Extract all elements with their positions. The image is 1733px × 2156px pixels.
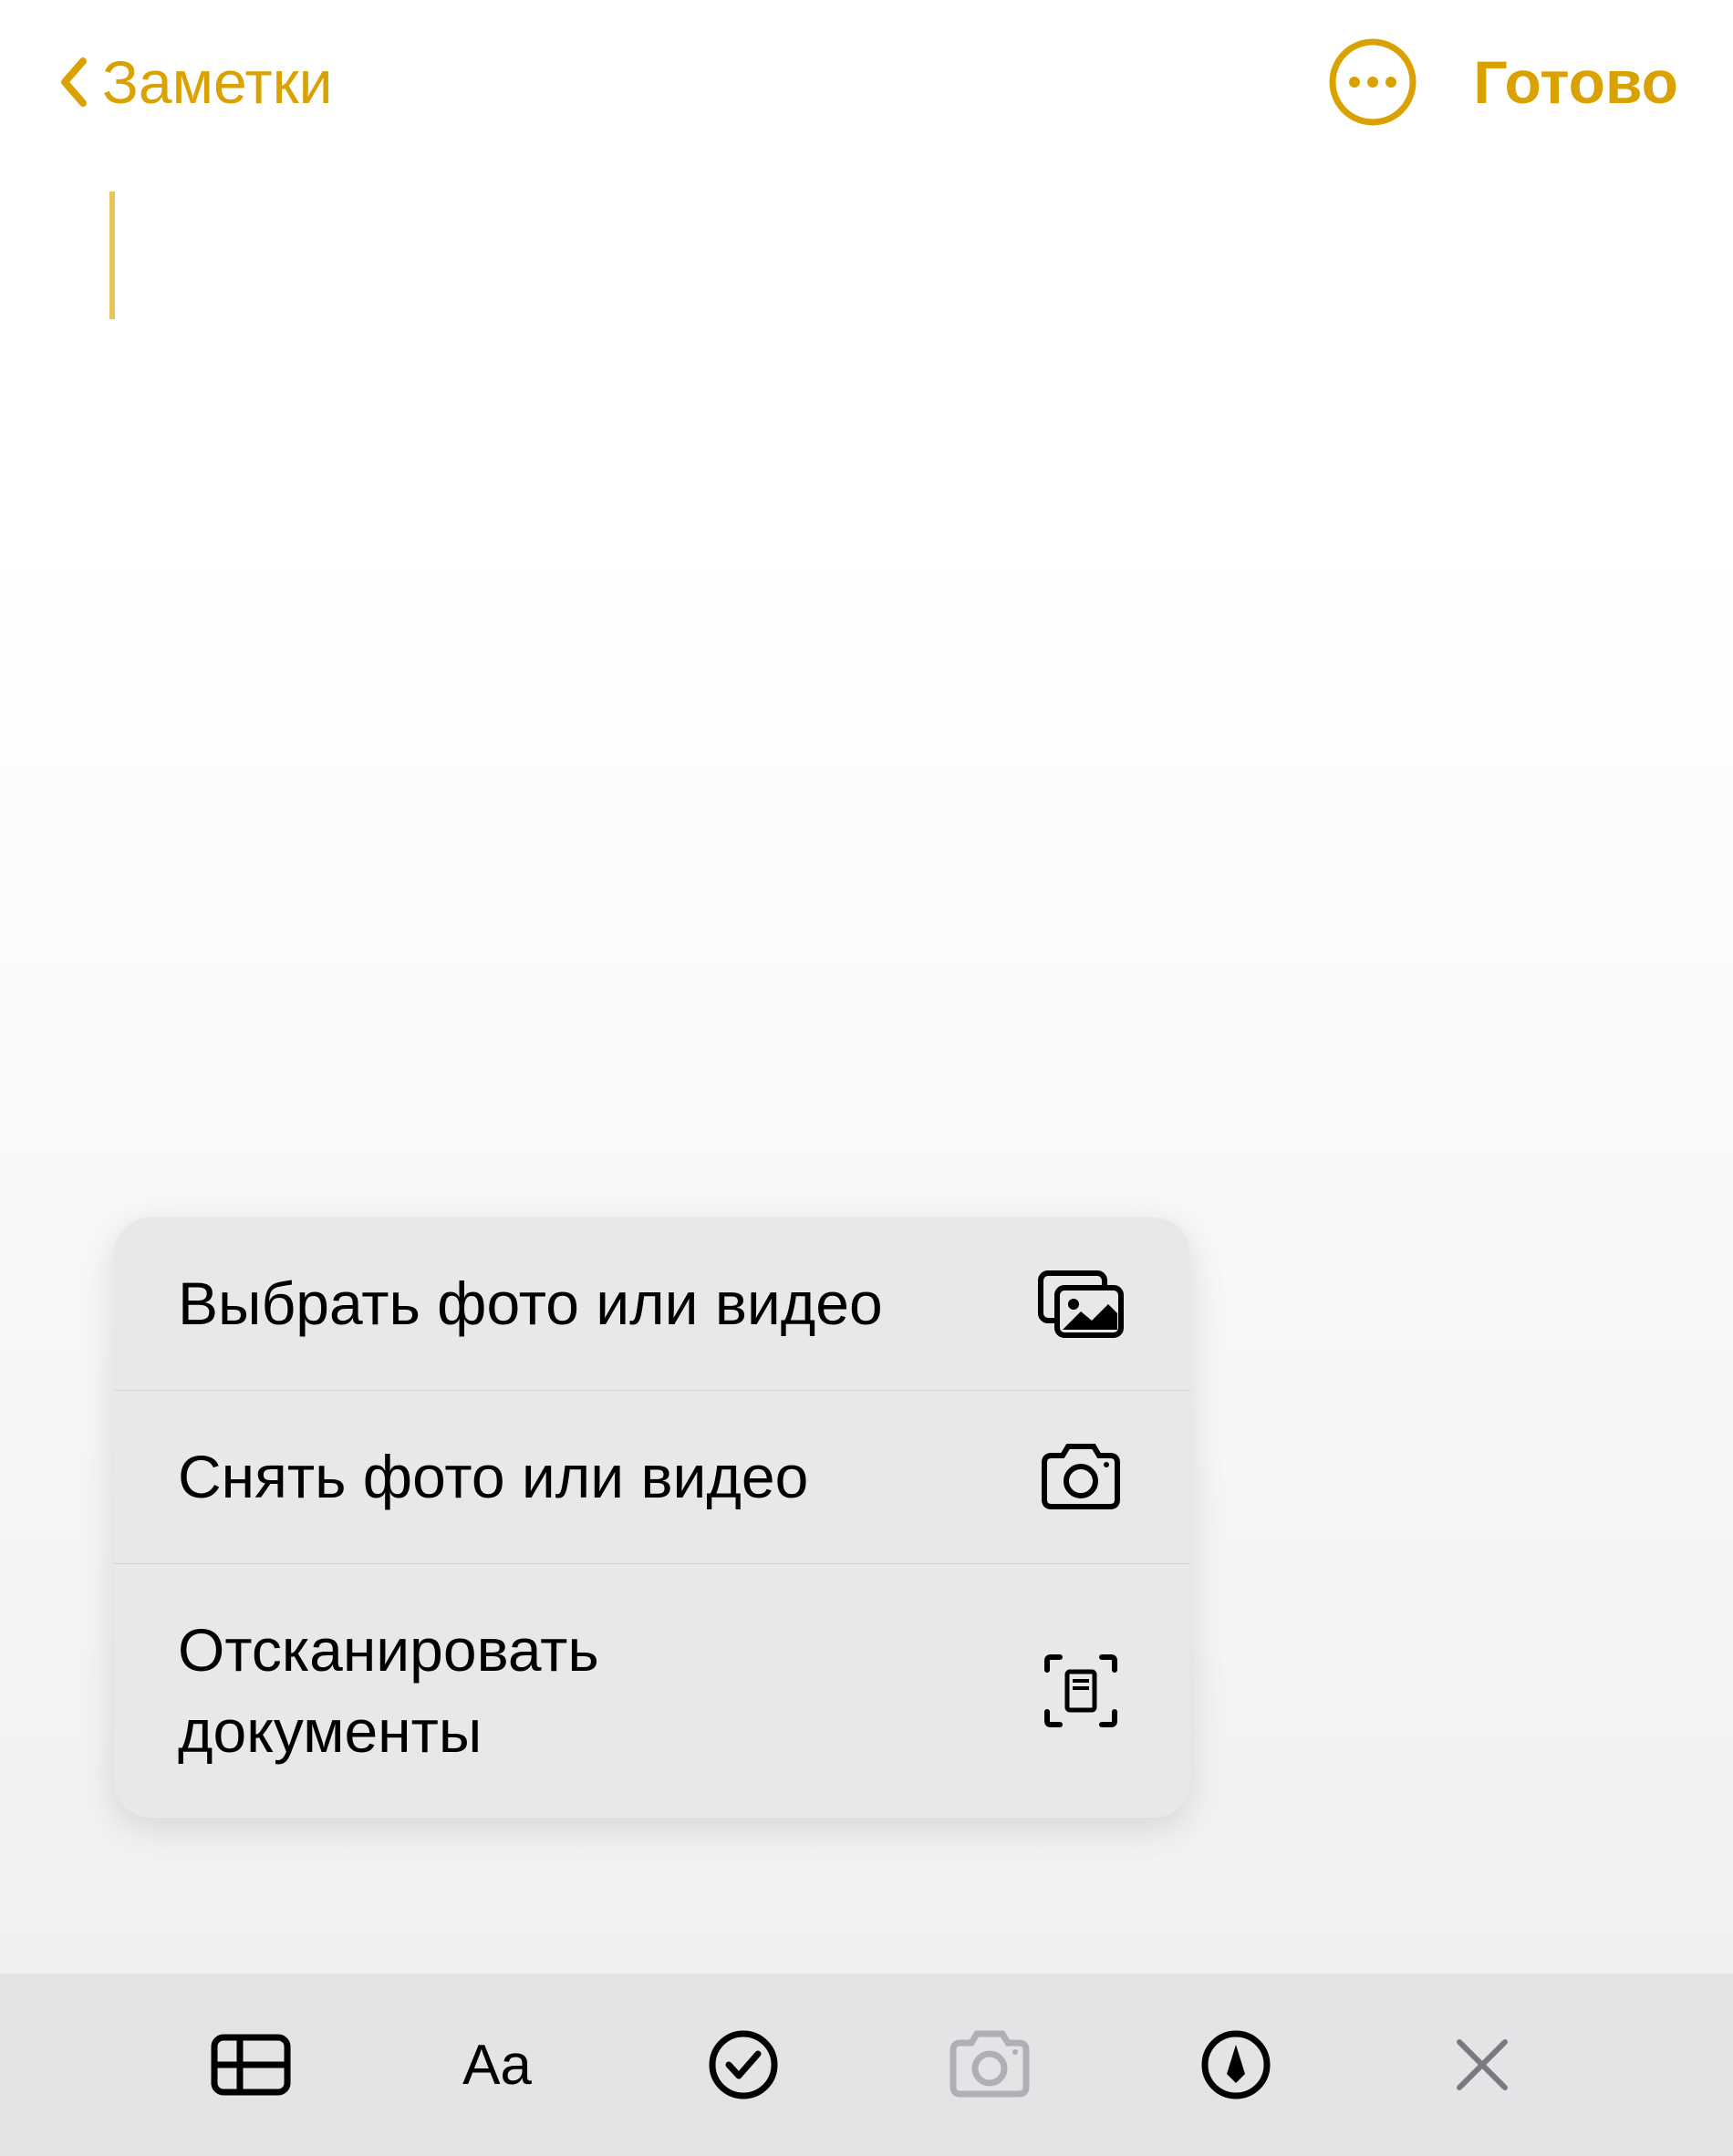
scan-documents-item[interactable]: Отсканировать документы bbox=[114, 1564, 1190, 1818]
camera-popup-menu: Выбрать фото или видео Снять фото или ви… bbox=[114, 1218, 1190, 1818]
back-label: Заметки bbox=[102, 47, 332, 117]
note-editor[interactable] bbox=[0, 164, 1733, 803]
close-button[interactable] bbox=[1432, 2015, 1532, 2115]
header: Заметки Готово bbox=[0, 0, 1733, 164]
markup-pen-icon bbox=[1199, 2028, 1272, 2101]
markup-button[interactable] bbox=[1186, 2015, 1286, 2115]
text-cursor bbox=[109, 192, 115, 319]
close-icon bbox=[1450, 2033, 1514, 2097]
table-button[interactable] bbox=[201, 2015, 301, 2115]
more-button[interactable] bbox=[1327, 36, 1418, 128]
take-photo-video-item[interactable]: Снять фото или видео bbox=[114, 1391, 1190, 1564]
table-icon bbox=[210, 2033, 292, 2097]
gallery-icon bbox=[1035, 1268, 1126, 1341]
back-button[interactable]: Заметки bbox=[55, 47, 332, 117]
choose-photo-video-item[interactable]: Выбрать фото или видео bbox=[114, 1218, 1190, 1391]
camera-icon bbox=[1035, 1441, 1126, 1514]
popup-item-label: Отсканировать документы bbox=[178, 1610, 908, 1772]
checklist-button[interactable] bbox=[693, 2015, 794, 2115]
scan-icon bbox=[1035, 1654, 1126, 1727]
popup-item-label: Снять фото или видео bbox=[178, 1436, 808, 1518]
checkmark-circle-icon bbox=[707, 2028, 780, 2101]
text-style-button[interactable]: Aa bbox=[447, 2015, 547, 2115]
done-button[interactable]: Готово bbox=[1473, 47, 1678, 117]
keyboard-toolbar: Aa bbox=[0, 1974, 1733, 2156]
camera-button[interactable] bbox=[939, 2015, 1040, 2115]
popup-item-label: Выбрать фото или видео bbox=[178, 1263, 883, 1344]
camera-icon bbox=[944, 2028, 1035, 2101]
more-icon bbox=[1327, 36, 1418, 128]
text-style-icon: Aa bbox=[462, 2033, 532, 2098]
chevron-left-icon bbox=[55, 55, 91, 109]
